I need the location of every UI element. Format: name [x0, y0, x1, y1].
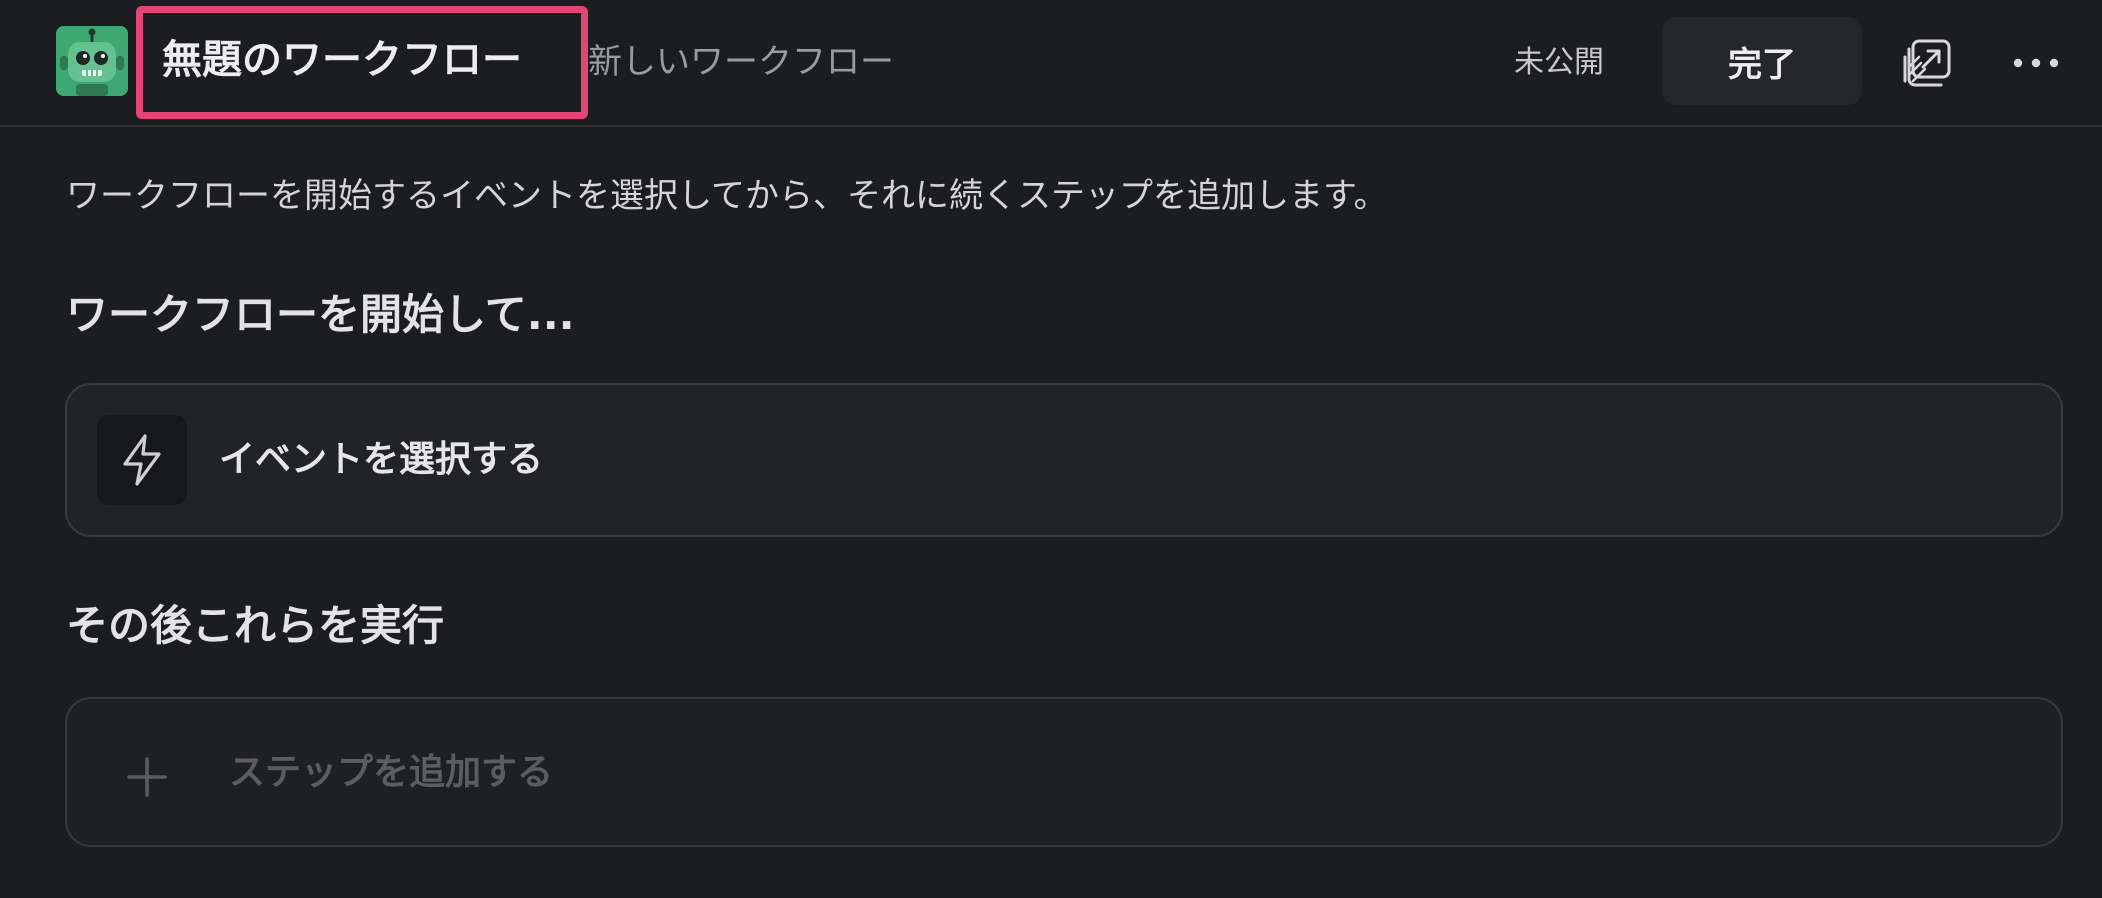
workflow-header: 無題のワークフロー 新しいワークフロー 未公開 完了 — [0, 0, 2102, 127]
select-event-label: イベントを選択する — [219, 439, 544, 480]
workflow-description: ワークフローを開始するイベントを選択してから、それに続くステップを追加します。 — [66, 176, 1388, 216]
more-horizontal-icon[interactable] — [2004, 31, 2068, 95]
select-event-card[interactable]: イベントを選択する — [65, 383, 2063, 537]
add-step-label: ステップを追加する — [229, 752, 554, 793]
done-button[interactable]: 完了 — [1662, 17, 1862, 105]
workflow-title[interactable]: 無題のワークフロー — [162, 30, 522, 90]
bot-avatar-icon[interactable] — [56, 26, 128, 96]
start-section-heading: ワークフローを開始して... — [66, 290, 575, 339]
add-step-card[interactable]: ステップを追加する — [65, 697, 2063, 847]
then-section-heading: その後これらを実行 — [66, 601, 445, 650]
publish-status-label: 未公開 — [1514, 45, 1604, 80]
workflow-subtitle[interactable]: 新しいワークフロー — [588, 34, 894, 90]
lightning-bolt-icon — [97, 415, 187, 505]
share-window-icon[interactable] — [1895, 31, 1959, 95]
plus-icon — [115, 745, 179, 809]
